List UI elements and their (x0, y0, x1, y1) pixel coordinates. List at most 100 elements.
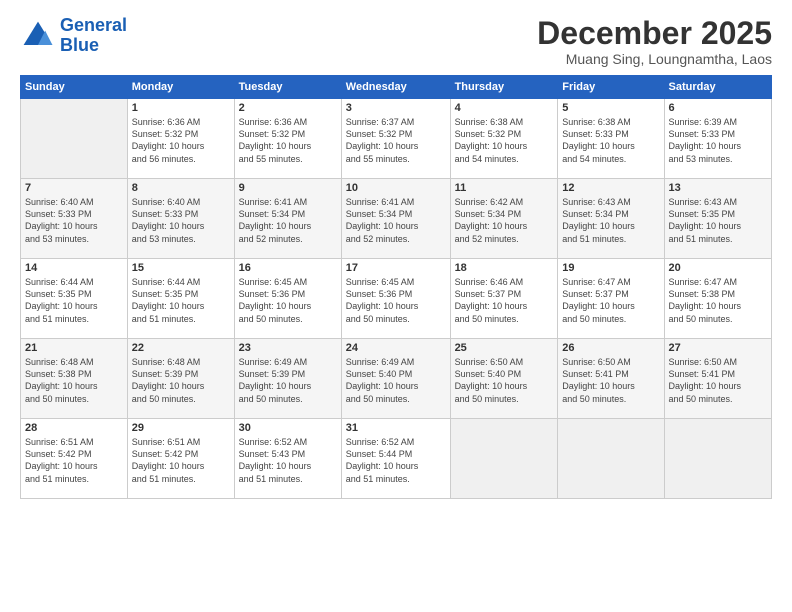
day-info: Sunrise: 6:39 AM Sunset: 5:33 PM Dayligh… (669, 116, 767, 165)
day-info: Sunrise: 6:47 AM Sunset: 5:37 PM Dayligh… (562, 276, 659, 325)
day-info: Sunrise: 6:38 AM Sunset: 5:32 PM Dayligh… (455, 116, 554, 165)
day-number: 7 (25, 182, 123, 194)
week-row-1: 1 Sunrise: 6:36 AM Sunset: 5:32 PM Daylig… (21, 99, 772, 179)
day-number: 31 (346, 422, 446, 434)
day-number: 30 (239, 422, 337, 434)
day-info: Sunrise: 6:43 AM Sunset: 5:35 PM Dayligh… (669, 196, 767, 245)
week-row-2: 7 Sunrise: 6:40 AM Sunset: 5:33 PM Daylig… (21, 179, 772, 259)
day-number: 25 (455, 342, 554, 354)
calendar-table: SundayMondayTuesdayWednesdayThursdayFrid… (20, 75, 772, 499)
day-cell: 3Sunrise: 6:37 AM Sunset: 5:32 PM Daylig… (341, 99, 450, 179)
day-cell: 27 Sunrise: 6:50 AM Sunset: 5:41 PM Dayli… (664, 339, 771, 419)
day-number: 14 (25, 262, 123, 274)
day-info: Sunrise: 6:51 AM Sunset: 5:42 PM Dayligh… (25, 436, 123, 485)
day-cell: 4 Sunrise: 6:38 AM Sunset: 5:32 PM Daylig… (450, 99, 558, 179)
week-row-4: 21Sunrise: 6:48 AM Sunset: 5:38 PM Dayli… (21, 339, 772, 419)
col-header-sunday: Sunday (21, 76, 128, 99)
day-cell: 11 Sunrise: 6:42 AM Sunset: 5:34 PM Dayli… (450, 179, 558, 259)
day-cell: 12Sunrise: 6:43 AM Sunset: 5:34 PM Dayli… (558, 179, 664, 259)
day-cell: 2 Sunrise: 6:36 AM Sunset: 5:32 PM Daylig… (234, 99, 341, 179)
col-header-wednesday: Wednesday (341, 76, 450, 99)
day-number: 21 (25, 342, 123, 354)
day-info: Sunrise: 6:42 AM Sunset: 5:34 PM Dayligh… (455, 196, 554, 245)
day-number: 2 (239, 102, 337, 114)
day-cell: 19 Sunrise: 6:47 AM Sunset: 5:37 PM Dayli… (558, 259, 664, 339)
day-info: Sunrise: 6:41 AM Sunset: 5:34 PM Dayligh… (239, 196, 337, 245)
day-info: Sunrise: 6:44 AM Sunset: 5:35 PM Dayligh… (132, 276, 230, 325)
day-number: 11 (455, 182, 554, 194)
day-number: 27 (669, 342, 767, 354)
logo: General Blue (20, 16, 127, 56)
day-number: 26 (562, 342, 659, 354)
logo-line2: Blue (60, 35, 99, 55)
day-number: 6 (669, 102, 767, 114)
col-header-thursday: Thursday (450, 76, 558, 99)
day-cell: 30 Sunrise: 6:52 AM Sunset: 5:43 PM Dayli… (234, 419, 341, 499)
week-row-5: 28 Sunrise: 6:51 AM Sunset: 5:42 PM Dayli… (21, 419, 772, 499)
month-title: December 2025 (537, 16, 772, 51)
day-cell: 28 Sunrise: 6:51 AM Sunset: 5:42 PM Dayli… (21, 419, 128, 499)
day-info: Sunrise: 6:50 AM Sunset: 5:41 PM Dayligh… (669, 356, 767, 405)
day-cell: 1Sunrise: 6:36 AM Sunset: 5:32 PM Daylig… (127, 99, 234, 179)
header: General Blue December 2025 Muang Sing, L… (20, 16, 772, 67)
col-header-friday: Friday (558, 76, 664, 99)
day-cell: 18 Sunrise: 6:46 AM Sunset: 5:37 PM Dayli… (450, 259, 558, 339)
title-block: December 2025 Muang Sing, Loungnamtha, L… (537, 16, 772, 67)
logo-text: General Blue (60, 16, 127, 56)
day-cell: 23 Sunrise: 6:49 AM Sunset: 5:39 PM Dayli… (234, 339, 341, 419)
day-cell (558, 419, 664, 499)
day-cell: 6 Sunrise: 6:39 AM Sunset: 5:33 PM Daylig… (664, 99, 771, 179)
day-cell (21, 99, 128, 179)
col-header-monday: Monday (127, 76, 234, 99)
day-cell: 16 Sunrise: 6:45 AM Sunset: 5:36 PM Dayli… (234, 259, 341, 339)
day-number: 28 (25, 422, 123, 434)
day-cell: 7Sunrise: 6:40 AM Sunset: 5:33 PM Daylig… (21, 179, 128, 259)
day-cell: 26 Sunrise: 6:50 AM Sunset: 5:41 PM Dayli… (558, 339, 664, 419)
day-info: Sunrise: 6:48 AM Sunset: 5:39 PM Dayligh… (132, 356, 230, 405)
day-number: 18 (455, 262, 554, 274)
day-info: Sunrise: 6:45 AM Sunset: 5:36 PM Dayligh… (239, 276, 337, 325)
day-cell: 10Sunrise: 6:41 AM Sunset: 5:34 PM Dayli… (341, 179, 450, 259)
day-number: 10 (346, 182, 446, 194)
day-info: Sunrise: 6:40 AM Sunset: 5:33 PM Dayligh… (132, 196, 230, 245)
day-number: 20 (669, 262, 767, 274)
day-number: 19 (562, 262, 659, 274)
day-number: 23 (239, 342, 337, 354)
day-number: 22 (132, 342, 230, 354)
day-info: Sunrise: 6:49 AM Sunset: 5:39 PM Dayligh… (239, 356, 337, 405)
day-cell: 15 Sunrise: 6:44 AM Sunset: 5:35 PM Dayli… (127, 259, 234, 339)
day-cell: 25 Sunrise: 6:50 AM Sunset: 5:40 PM Dayli… (450, 339, 558, 419)
day-info: Sunrise: 6:38 AM Sunset: 5:33 PM Dayligh… (562, 116, 659, 165)
day-info: Sunrise: 6:46 AM Sunset: 5:37 PM Dayligh… (455, 276, 554, 325)
day-info: Sunrise: 6:36 AM Sunset: 5:32 PM Dayligh… (239, 116, 337, 165)
subtitle: Muang Sing, Loungnamtha, Laos (537, 51, 772, 67)
col-header-saturday: Saturday (664, 76, 771, 99)
day-number: 9 (239, 182, 337, 194)
day-info: Sunrise: 6:45 AM Sunset: 5:36 PM Dayligh… (346, 276, 446, 325)
day-cell (450, 419, 558, 499)
day-info: Sunrise: 6:49 AM Sunset: 5:40 PM Dayligh… (346, 356, 446, 405)
day-info: Sunrise: 6:51 AM Sunset: 5:42 PM Dayligh… (132, 436, 230, 485)
day-number: 4 (455, 102, 554, 114)
day-info: Sunrise: 6:52 AM Sunset: 5:43 PM Dayligh… (239, 436, 337, 485)
day-cell: 14Sunrise: 6:44 AM Sunset: 5:35 PM Dayli… (21, 259, 128, 339)
logo-icon (20, 18, 56, 54)
day-cell: 29Sunrise: 6:51 AM Sunset: 5:42 PM Dayli… (127, 419, 234, 499)
day-number: 8 (132, 182, 230, 194)
day-number: 12 (562, 182, 659, 194)
day-number: 17 (346, 262, 446, 274)
day-cell: 17 Sunrise: 6:45 AM Sunset: 5:36 PM Dayli… (341, 259, 450, 339)
day-cell: 9 Sunrise: 6:41 AM Sunset: 5:34 PM Daylig… (234, 179, 341, 259)
day-cell (664, 419, 771, 499)
day-number: 16 (239, 262, 337, 274)
day-info: Sunrise: 6:50 AM Sunset: 5:40 PM Dayligh… (455, 356, 554, 405)
week-row-3: 14 Sunrise: 6:44 AM Sunset: 5:35 PM Dayli… (21, 259, 772, 339)
header-row: SundayMondayTuesdayWednesdayThursdayFrid… (21, 76, 772, 99)
page: General Blue December 2025 Muang Sing, L… (0, 0, 792, 612)
day-cell: 21Sunrise: 6:48 AM Sunset: 5:38 PM Dayli… (21, 339, 128, 419)
day-number: 24 (346, 342, 446, 354)
day-info: Sunrise: 6:50 AM Sunset: 5:41 PM Dayligh… (562, 356, 659, 405)
day-number: 15 (132, 262, 230, 274)
day-number: 1 (132, 102, 230, 114)
day-number: 3 (346, 102, 446, 114)
